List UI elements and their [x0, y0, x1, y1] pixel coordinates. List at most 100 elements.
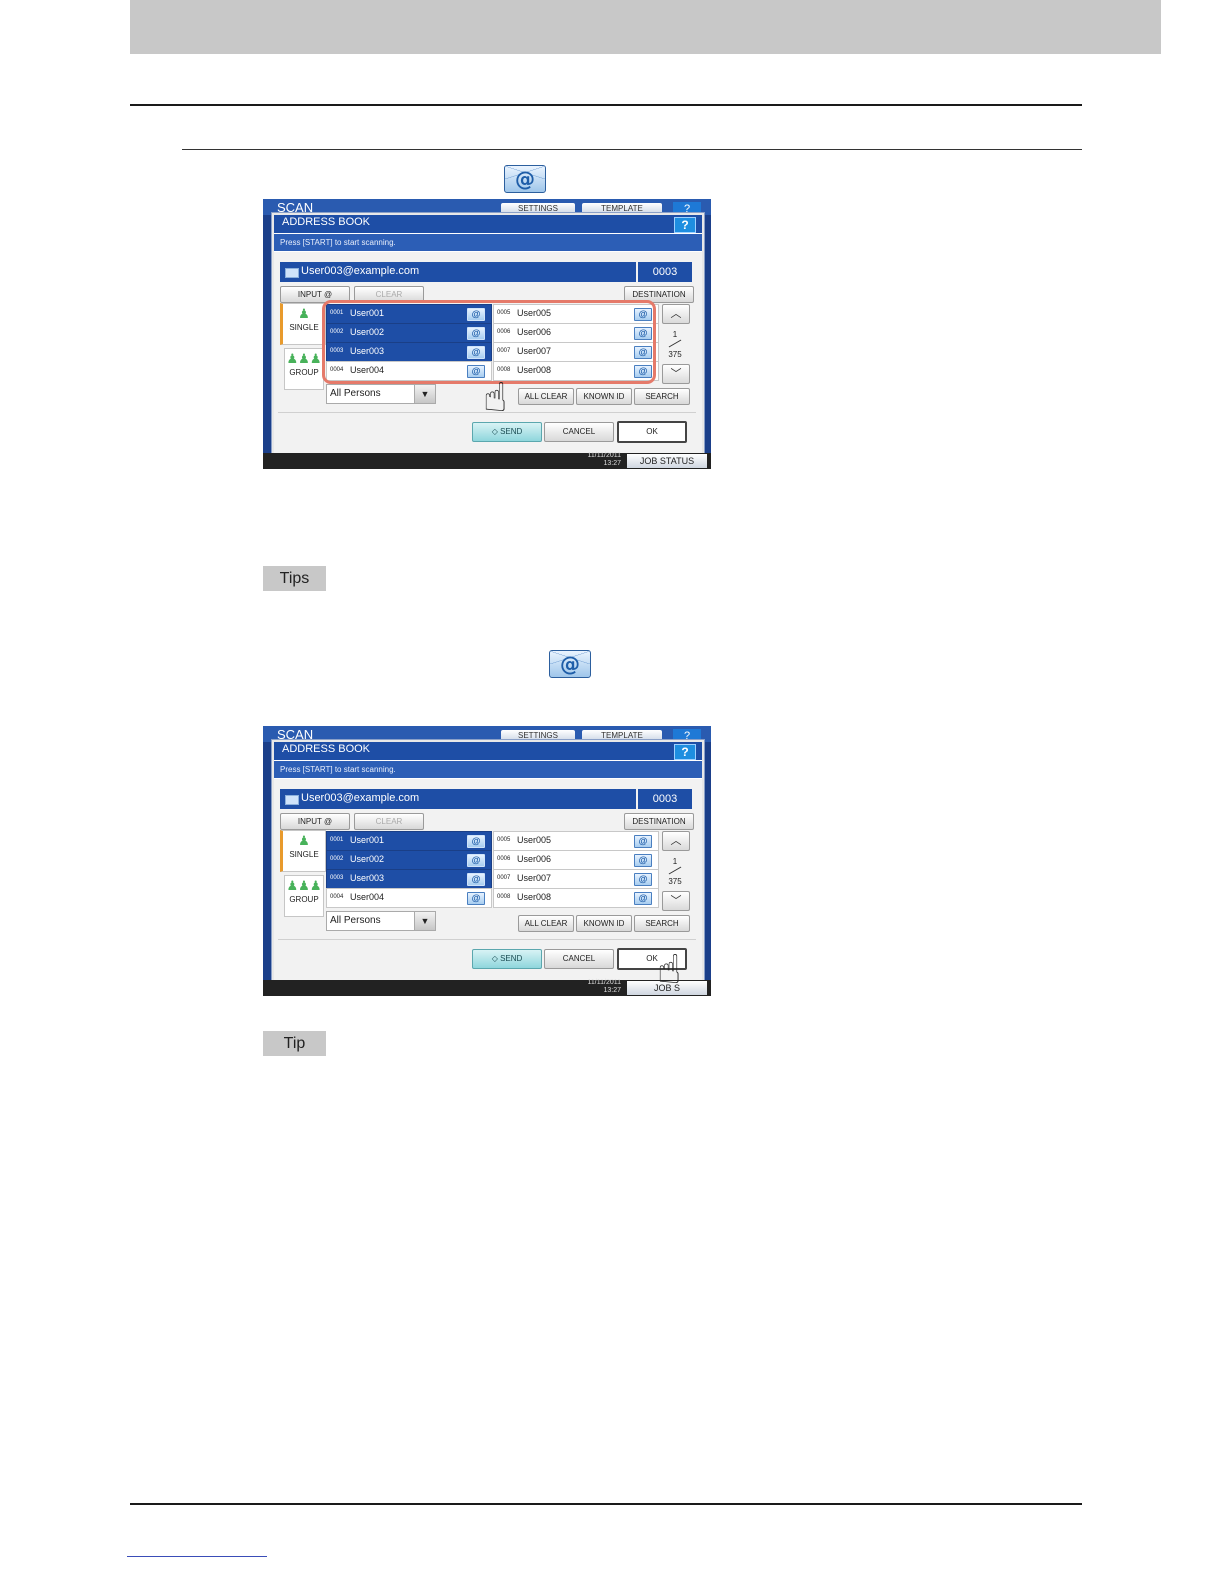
job-status-button[interactable]: JOB STATUS [627, 454, 707, 468]
dialog-title: ADDRESS BOOK [282, 216, 371, 228]
list-item[interactable]: 0004 User004 @ [326, 888, 492, 908]
dropdown-arrow-icon[interactable]: ▼ [414, 385, 435, 403]
help-button[interactable]: ? [674, 744, 696, 760]
email-at-icon[interactable]: @ [467, 835, 485, 848]
tab-group-label: GROUP [289, 895, 319, 904]
send-label: SEND [500, 954, 523, 963]
page-up-button[interactable]: ︿ [662, 304, 690, 324]
entry-name: User005 [517, 835, 552, 845]
address-book-screenshot-2: SCAN SETTINGS TEMPLATE ? ADDRESS BOOK ? … [263, 726, 711, 996]
entry-number: 0006 [497, 856, 511, 862]
destination-count: 0003 [638, 262, 692, 282]
page-down-button[interactable]: ﹀ [662, 364, 690, 384]
person-filter-select[interactable]: All Persons ▼ [326, 911, 436, 931]
dialog-title: ADDRESS BOOK [282, 743, 371, 755]
email-at-icon[interactable]: @ [467, 854, 485, 867]
page-divider [668, 339, 682, 348]
all-clear-button[interactable]: ALL CLEAR [518, 915, 574, 932]
list-item[interactable]: 0003 User003 @ [326, 869, 492, 889]
destination-bar[interactable]: User003@example.com [280, 262, 636, 282]
status-message-bar: Press [START] to start scanning. [274, 761, 702, 778]
date-time: 11/11/2011 13:27 [588, 979, 621, 995]
tab-single[interactable]: ♟ SINGLE [280, 303, 326, 345]
entry-number: 0007 [497, 875, 511, 881]
search-button[interactable]: SEARCH [634, 915, 690, 932]
person-filter-select[interactable]: All Persons ▼ [326, 384, 436, 404]
tab-single[interactable]: ♟ SINGLE [280, 830, 326, 872]
page-divider [668, 866, 682, 875]
page-current: 1 [672, 857, 678, 866]
tab-group[interactable]: ♟♟♟ GROUP [284, 875, 324, 917]
entry-name: User001 [350, 835, 385, 845]
list-item[interactable]: 0005 User005 @ [493, 831, 659, 851]
all-clear-button[interactable]: ALL CLEAR [518, 388, 574, 405]
start-icon: ◇ [491, 427, 501, 436]
address-list: 0001 User001 @0002 User002 @0003 User003 @0004… [326, 831, 660, 909]
destination-button[interactable]: DESTINATION [624, 813, 694, 830]
tab-single-label: SINGLE [289, 323, 319, 332]
hand-pointer-icon: ☝ [657, 947, 682, 993]
input-email-button[interactable]: INPUT @ [280, 813, 350, 830]
entry-number: 0004 [330, 894, 344, 900]
chevron-up-icon: ︿ [670, 308, 682, 320]
ok-button[interactable]: OK [617, 421, 687, 443]
date-time: 11/11/2011 13:27 [588, 452, 621, 468]
tab-single-label: SINGLE [289, 850, 319, 859]
entry-name: User008 [517, 892, 552, 902]
page-current: 1 [672, 330, 678, 339]
status-message: Press [START] to start scanning. [280, 238, 396, 247]
help-button[interactable]: ? [674, 217, 696, 233]
email-at-icon[interactable]: @ [634, 892, 652, 905]
list-item[interactable]: 0006 User006 @ [493, 850, 659, 870]
page-down-button[interactable]: ﹀ [662, 891, 690, 911]
status-message-bar: Press [START] to start scanning. [274, 234, 702, 251]
hand-pointer-icon: ☝ [483, 375, 508, 421]
destination-count: 0003 [638, 789, 692, 809]
list-item[interactable]: 0008 User008 @ [493, 888, 659, 908]
send-label: SEND [500, 427, 523, 436]
filter-value: All Persons [330, 388, 381, 399]
known-id-button[interactable]: KNOWN ID [576, 915, 632, 932]
clear-button[interactable]: CLEAR [354, 813, 424, 830]
entry-number: 0005 [497, 837, 511, 843]
status-message: Press [START] to start scanning. [280, 765, 396, 774]
dialog-body: User003@example.com 0003 INPUT @ CLEAR D… [274, 779, 702, 980]
destination-bar[interactable]: User003@example.com [280, 789, 636, 809]
entry-number: 0001 [330, 837, 344, 843]
time: 13:27 [603, 460, 621, 467]
page-header-band [130, 0, 1161, 54]
email-at-icon[interactable]: @ [467, 892, 485, 905]
send-button[interactable]: ◇ SEND [472, 422, 542, 442]
list-item[interactable]: 0007 User007 @ [493, 869, 659, 889]
send-button[interactable]: ◇ SEND [472, 949, 542, 969]
date: 11/11/2011 [587, 452, 621, 459]
search-button[interactable]: SEARCH [634, 388, 690, 405]
dialog-title-bar: ADDRESS BOOK ? [274, 215, 702, 233]
filter-value: All Persons [330, 915, 381, 926]
entry-number: 0008 [497, 894, 511, 900]
start-icon: ◇ [491, 954, 501, 963]
highlight-frame [322, 300, 656, 384]
dropdown-arrow-icon[interactable]: ▼ [414, 912, 435, 930]
email-at-icon[interactable]: @ [467, 873, 485, 886]
list-item[interactable]: 0002 User002 @ [326, 850, 492, 870]
email-at-icon[interactable]: @ [634, 873, 652, 886]
page-up-button[interactable]: ︿ [662, 831, 690, 851]
tip-label: Tip [263, 1031, 326, 1056]
page-navigator: ︿ 1 375 ﹀ [660, 304, 690, 384]
tips-label: Tips [263, 566, 326, 591]
email-icon [285, 268, 299, 278]
tab-group[interactable]: ♟♟♟ GROUP [284, 348, 324, 390]
known-id-button[interactable]: KNOWN ID [576, 388, 632, 405]
entry-number: 0002 [330, 856, 344, 862]
tab-group-label: GROUP [289, 368, 319, 377]
footer-rule [130, 1503, 1082, 1505]
email-at-icon[interactable]: @ [634, 835, 652, 848]
chevron-down-icon: ﹀ [670, 368, 682, 380]
cancel-button[interactable]: CANCEL [544, 949, 614, 969]
chevron-down-icon: ﹀ [670, 895, 682, 907]
email-at-icon[interactable]: @ [634, 854, 652, 867]
cancel-button[interactable]: CANCEL [544, 422, 614, 442]
footer-link-underline[interactable] [127, 1556, 267, 1557]
list-item[interactable]: 0001 User001 @ [326, 831, 492, 851]
